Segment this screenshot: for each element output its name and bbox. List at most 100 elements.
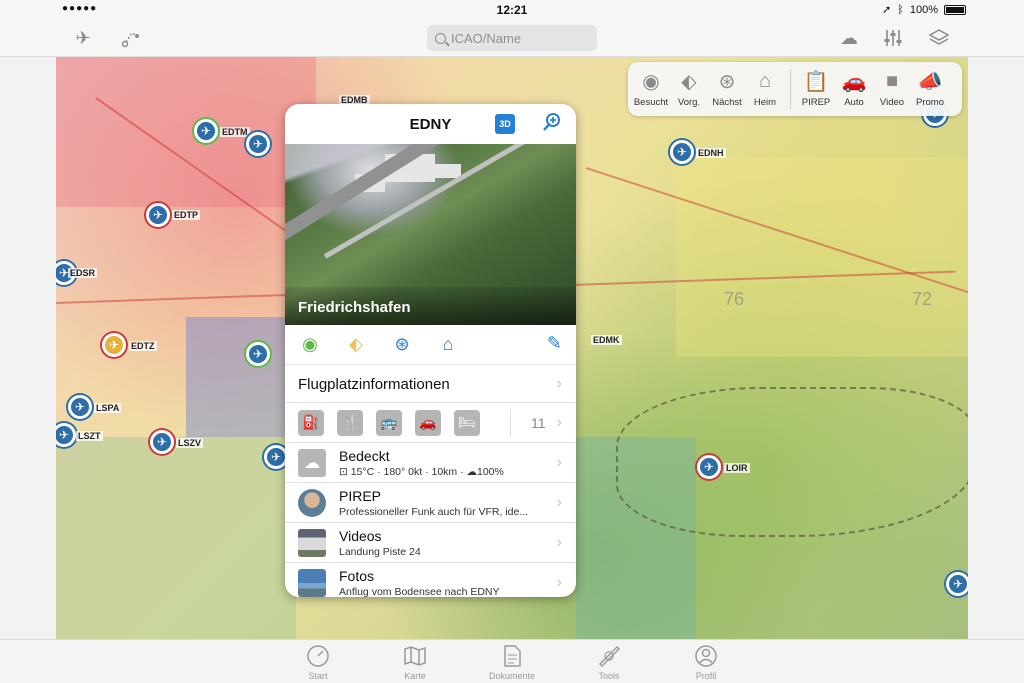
fotos-row[interactable]: Fotos Anflug vom Bodensee nach EDNY ›	[285, 563, 576, 597]
fotos-text: Fotos Anflug vom Bodensee nach EDNY	[339, 568, 500, 597]
airport-marker[interactable]: ✈	[246, 342, 270, 366]
weather-title: Bedeckt	[339, 447, 390, 464]
car-icon: 🚗	[841, 71, 867, 93]
weather-cloud-icon[interactable]: ☁	[836, 25, 862, 51]
filter-label: Auto	[844, 96, 864, 108]
chevron-right-icon: ›	[556, 453, 562, 471]
airport-label: EDTZ	[129, 341, 157, 351]
filter-label: Vorg.	[677, 96, 701, 108]
location-arrow-icon: ➚	[882, 4, 892, 16]
route-icon[interactable]	[118, 25, 144, 51]
pirep-title: PIREP	[339, 487, 382, 504]
visited-eye-icon[interactable]: ◉	[298, 333, 322, 357]
weather-details: ⊡ 15°C · 180° 0kt · 10km · ☁100%	[339, 465, 504, 478]
map-icon	[402, 644, 428, 668]
set-home-hangar-icon[interactable]: ⌂	[436, 333, 460, 357]
airport-marker-edtm[interactable]: ✈	[194, 119, 218, 143]
filter-vorg[interactable]: ⬖ Vorg.	[669, 71, 709, 108]
map-filter-panel: ◉ Besucht ⬖ Vorg. ⊛ Nächst ⌂ Heim 📋 PIRE…	[628, 62, 962, 116]
airport-label: LSZT	[76, 431, 103, 441]
airport-label: EDNH	[696, 148, 726, 158]
favorite-tag-icon[interactable]: ⬖	[344, 333, 368, 357]
services-row[interactable]: ⛽ 🍴 🚌 🚗 🛏 11 ›	[285, 403, 576, 443]
person-icon-svg	[695, 645, 717, 667]
tab-karte[interactable]: Karte	[367, 640, 464, 683]
tab-start[interactable]: Start	[270, 640, 367, 683]
tab-profil[interactable]: Profil	[658, 640, 755, 683]
status-time: 12:21	[496, 3, 528, 17]
airport-photo[interactable]: Friedrichshafen	[285, 144, 576, 325]
edit-pencil-icon[interactable]: ✎	[547, 333, 562, 354]
airport-label: LOIR	[724, 463, 750, 473]
filter-pirep[interactable]: 📋 PIREP	[796, 71, 836, 108]
app-frame: ●●●●● 12:21 ➚ ᛒ 100% ✈ ICAO/Name ☁ 76 72…	[0, 0, 1024, 683]
chevron-right-icon: ›	[556, 533, 562, 551]
fotos-title: Fotos	[339, 568, 375, 584]
pirep-row[interactable]: PIREP Professioneller Funk auch für VFR,…	[285, 483, 576, 523]
airport-label: EDMK	[591, 335, 622, 345]
video-thumbnail	[298, 528, 326, 557]
protractor-icon-svg	[598, 645, 621, 668]
airplane-icon[interactable]: ✈	[70, 25, 96, 51]
airport-marker-edtz[interactable]: ✈	[102, 333, 126, 357]
videos-title: Videos	[339, 527, 382, 544]
airport-marker-loir[interactable]: ✈	[697, 455, 721, 479]
navigate-to-icon[interactable]: ⊛	[390, 333, 414, 357]
zoom-icon-svg	[543, 113, 560, 131]
tab-label: Start	[308, 671, 328, 681]
airport-marker[interactable]: ✈	[946, 572, 968, 596]
pirep-subtitle: Professioneller Funk auch für VFR, ide..…	[339, 505, 529, 518]
tab-dokumente[interactable]: Dokumente	[464, 640, 561, 683]
bottom-tab-bar: Start Karte Dokumente Tools Profil	[0, 639, 1024, 683]
filter-besucht[interactable]: ◉ Besucht	[631, 71, 671, 108]
airport-marker-ednh[interactable]: ✈	[670, 140, 694, 164]
bluetooth-icon: ᛒ	[897, 3, 904, 16]
airport-marker[interactable]: ✈	[246, 132, 270, 156]
hangar-icon: ⌂	[758, 70, 772, 92]
airspace-zone-yellow	[676, 157, 968, 357]
popup-title: EDNY	[409, 115, 452, 133]
filter-auto[interactable]: 🚗 Auto	[834, 71, 874, 108]
tag-icon: ⬖	[681, 71, 697, 93]
airport-marker-lspa[interactable]: ✈	[68, 395, 92, 419]
tab-label: Dokumente	[488, 671, 536, 681]
status-bar: ●●●●● 12:21 ➚ ᛒ 100%	[0, 0, 1024, 20]
document-icon-svg	[504, 645, 521, 667]
airspace-zone-red	[56, 57, 316, 207]
bus-icon: 🚌	[376, 409, 402, 436]
videos-subtitle: Landung Piste 24	[339, 545, 421, 558]
protractor-icon	[596, 644, 622, 668]
person-icon	[693, 644, 719, 668]
airport-marker-edtp[interactable]: ✈	[146, 203, 170, 227]
airport-info-row[interactable]: Flugplatzinformationen ›	[285, 365, 576, 403]
filter-heim[interactable]: ⌂ Heim	[745, 70, 785, 108]
airport-label: LSPA	[94, 403, 122, 413]
fuel-icon: ⛽	[298, 409, 324, 436]
airport-label: LSZV	[176, 438, 204, 448]
country-border	[616, 387, 968, 537]
taxiway	[323, 144, 576, 259]
megaphone-icon: 📣	[917, 71, 943, 93]
filter-label: PIREP	[801, 96, 831, 108]
layers-icon-svg	[928, 29, 950, 45]
photo-thumbnail	[298, 569, 326, 597]
car-rental-icon: 🚗	[415, 409, 441, 436]
search-input[interactable]: ICAO/Name	[427, 25, 597, 51]
tab-tools[interactable]: Tools	[561, 640, 658, 683]
sliders-icon-svg	[884, 30, 902, 46]
weather-row[interactable]: ☁ Bedeckt ⊡ 15°C · 180° 0kt · 10km · ☁10…	[285, 443, 576, 483]
zoom-to-airport-icon[interactable]	[542, 112, 562, 132]
sliders-icon[interactable]	[880, 25, 906, 51]
videos-row[interactable]: Videos Landung Piste 24 ›	[285, 523, 576, 563]
3d-view-button[interactable]: 3D	[495, 114, 515, 134]
popup-actions: ◉ ⬖ ⊛ ⌂ ✎	[285, 325, 576, 365]
layers-icon[interactable]	[926, 25, 952, 51]
filter-promo[interactable]: 📣 Promo	[910, 71, 950, 108]
filter-naechst[interactable]: ⊛ Nächst	[707, 71, 747, 108]
navigate-pin-icon: ⊛	[718, 71, 736, 93]
gauge-icon-svg	[307, 645, 329, 667]
filter-video[interactable]: ■ Video	[872, 70, 912, 108]
airport-marker-lszv[interactable]: ✈	[150, 430, 174, 454]
services-count: 11	[510, 409, 546, 437]
airport-popup: EDNY 3D Friedrichshafen ◉ ⬖ ⊛ ⌂ ✎ Flugpl…	[285, 104, 576, 597]
